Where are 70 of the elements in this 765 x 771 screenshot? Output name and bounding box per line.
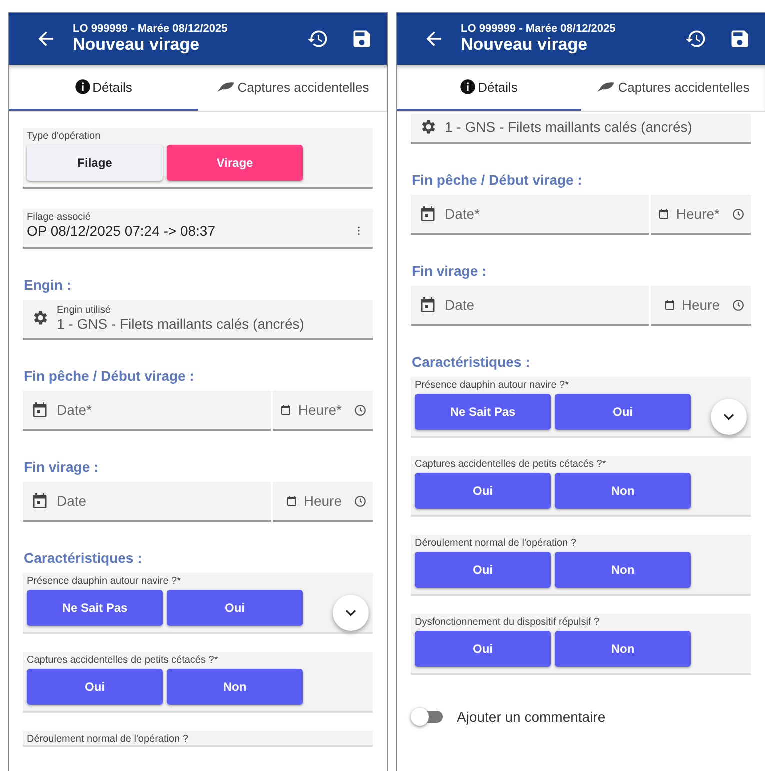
section-heading: Fin pêche / Début virage : [412, 172, 584, 188]
associated-setting-select[interactable]: Filage associé OP 08/12/2025 07:24 -> 08:37 [23, 209, 373, 249]
more-icon [357, 226, 361, 236]
answer-button[interactable]: Ne Sait Pas [415, 394, 551, 430]
trip-subtitle: LO 999999 - Marée 08/12/2025 [73, 23, 229, 35]
calendar-icon [31, 492, 49, 510]
question-label: Captures accidentelles de petits cétacés ?* [414, 458, 608, 470]
answer-button[interactable]: Oui [415, 631, 551, 667]
info-icon [460, 79, 476, 95]
switch-label: Ajouter un commentaire [457, 709, 606, 725]
field-label: Engin utilisé [57, 304, 112, 316]
calendar-icon [419, 296, 437, 314]
history-icon[interactable] [685, 28, 707, 50]
answer-button[interactable]: Oui [415, 473, 551, 509]
trip-subtitle: LO 999999 - Marée 08/12/2025 [461, 23, 617, 35]
date-field[interactable]: Date [411, 286, 649, 326]
tab[interactable]: Détails [9, 65, 198, 111]
date-field[interactable]: Date* [411, 195, 649, 235]
section-heading: Caractéristiques : [412, 354, 532, 370]
answer-button[interactable]: Oui [555, 394, 691, 430]
section-heading: Fin virage : [412, 263, 488, 279]
question-label: Dysfonctionnement du dispositif répulsif ? [414, 616, 601, 628]
question-label: Déroulement normal de l'opération ? [26, 733, 190, 745]
calendar-icon [31, 401, 49, 419]
operation-type-button[interactable]: Filage [27, 145, 163, 181]
gear-value: 1 - GNS - Filets maillants calés (ancrés) [445, 119, 692, 135]
date-field[interactable]: Date* [23, 391, 271, 431]
save-icon[interactable] [351, 28, 373, 50]
clock-icon [732, 298, 745, 312]
calendar-icon [419, 205, 437, 223]
question-label: Captures accidentelles de petits cétacés ?* [26, 654, 220, 666]
answer-button[interactable]: Non [555, 631, 691, 667]
answer-button[interactable]: Oui [27, 669, 163, 705]
comment-switch[interactable] [413, 711, 443, 723]
time-field[interactable]: Heure [273, 482, 373, 522]
time-field[interactable]: Heure* [273, 391, 373, 431]
tab[interactable]: Captures accidentelles [581, 65, 765, 111]
history-icon[interactable] [307, 28, 329, 50]
date-field[interactable]: Date [23, 482, 271, 522]
calendar-icon [286, 495, 298, 507]
clock-icon [732, 208, 745, 220]
section-heading: Caractéristiques : [24, 550, 144, 566]
question-label: Déroulement normal de l'opération ? [414, 537, 578, 549]
info-icon [74, 79, 91, 95]
clock-icon [354, 404, 367, 416]
page-title: Nouveau virage [73, 35, 201, 55]
time-field[interactable]: Heure* [651, 195, 751, 235]
answer-button[interactable]: Oui [167, 590, 303, 626]
time-field[interactable]: Heure [651, 286, 751, 326]
answer-button[interactable]: Non [555, 473, 691, 509]
save-icon[interactable] [729, 28, 751, 50]
section-heading: Fin pêche / Début virage : [24, 368, 196, 384]
calendar-icon [664, 299, 676, 311]
tab[interactable]: Captures accidentelles [198, 65, 387, 111]
page-title: Nouveau virage [461, 35, 589, 55]
calendar-icon [280, 404, 292, 416]
section-heading: Fin virage : [24, 459, 100, 475]
question-label: Présence dauphin autour navire ?* [414, 379, 570, 391]
answer-button[interactable]: Non [555, 552, 691, 588]
gear-value: 1 - GNS - Filets maillants calés (ancrés) [57, 316, 304, 332]
calendar-icon [658, 208, 670, 220]
tab[interactable]: Détails [397, 65, 581, 111]
answer-button[interactable]: Ne Sait Pas [27, 590, 163, 626]
section-heading: Engin : [24, 277, 72, 293]
answer-button[interactable]: Non [167, 669, 303, 705]
clock-icon [354, 494, 367, 508]
operation-type-button[interactable]: Virage [167, 145, 303, 181]
field-label: Type d'opération [26, 130, 102, 142]
answer-button[interactable]: Oui [415, 552, 551, 588]
question-label: Présence dauphin autour navire ?* [26, 575, 182, 587]
